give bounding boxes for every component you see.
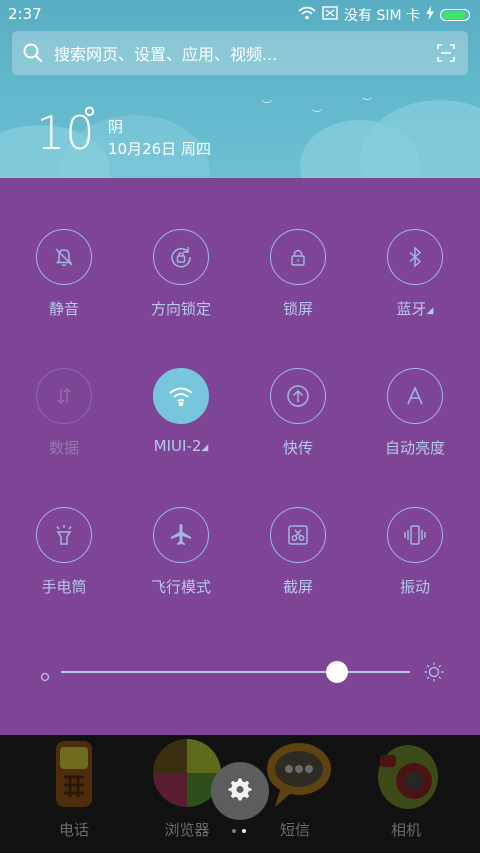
status-bar: 2:37 没有 SIM 卡 xyxy=(0,0,480,28)
toggle-screenshot[interactable]: 截屏 xyxy=(240,507,356,597)
toggle-label: 静音 xyxy=(48,300,79,318)
toggle-auto-brightness[interactable]: 自动亮度 xyxy=(357,368,473,458)
toggle-label: 振动 xyxy=(399,578,430,596)
mobile-data-icon xyxy=(36,368,92,424)
toggle-label: 蓝牙◢ xyxy=(357,298,473,319)
screenshot-icon xyxy=(270,507,326,563)
dock-app-label: 短信 xyxy=(279,821,310,839)
toggle-mobile-data[interactable]: 数据 xyxy=(6,368,122,458)
brightness-low-icon xyxy=(40,667,50,682)
messages-app-icon xyxy=(255,735,335,815)
toggle-label: 数据 xyxy=(48,439,79,457)
search-bar[interactable]: 搜索网页、设置、应用、视频... xyxy=(12,31,468,75)
toggle-lock-screen[interactable]: 锁屏 xyxy=(240,229,356,319)
battery-level xyxy=(442,11,466,19)
camera-app-icon xyxy=(366,735,446,815)
wifi-status-icon xyxy=(298,6,316,24)
toggle-label: 快传 xyxy=(282,439,313,457)
no-sim-icon xyxy=(322,6,338,24)
toggle-rotation-lock[interactable]: 方向锁定 xyxy=(123,229,239,319)
brightness-high-icon xyxy=(423,661,445,687)
slider-fill xyxy=(61,671,337,673)
charging-icon xyxy=(426,6,434,24)
rotation-lock-icon xyxy=(153,229,209,285)
page-indicator xyxy=(232,829,246,833)
weather-date: 10月26日 周四 xyxy=(108,140,211,158)
toggle-label: 方向锁定 xyxy=(150,300,211,318)
bird-icon: ︶ xyxy=(262,101,272,112)
wifi-icon xyxy=(153,368,209,424)
status-time: 2:37 xyxy=(8,5,42,23)
lock-icon xyxy=(270,229,326,285)
dock-app-label: 电话 xyxy=(58,821,89,839)
settings-button[interactable] xyxy=(211,762,269,820)
toggle-label: MIUI-2◢ xyxy=(123,437,239,455)
toggle-vibrate[interactable]: 振动 xyxy=(357,507,473,597)
dock-app-camera[interactable]: 相机 xyxy=(356,735,456,840)
page-dot[interactable] xyxy=(232,829,236,833)
toggle-label: 自动亮度 xyxy=(384,439,445,457)
phone-app-icon xyxy=(34,735,114,815)
bluetooth-icon xyxy=(387,229,443,285)
flashlight-icon xyxy=(36,507,92,563)
toggle-label-text: 蓝牙 xyxy=(396,300,427,318)
vibrate-icon xyxy=(387,507,443,563)
quick-settings-panel: 静音 方向锁定 锁屏 蓝牙◢ 数据 MIUI-2◢ 快传 自动亮度 手电筒 飞行… xyxy=(0,178,480,735)
dock-app-label: 相机 xyxy=(390,821,421,839)
search-input[interactable]: 搜索网页、设置、应用、视频... xyxy=(54,41,424,65)
brightness-slider[interactable] xyxy=(40,661,445,683)
toggle-label: 截屏 xyxy=(282,578,313,596)
status-indicators: 没有 SIM 卡 xyxy=(298,5,470,25)
dock-app-label: 浏览器 xyxy=(164,821,210,839)
weather-condition: 阴 xyxy=(108,118,124,136)
toggle-mute[interactable]: 静音 xyxy=(6,229,122,319)
toggle-label: 手电筒 xyxy=(41,578,87,596)
more-options-icon: ◢ xyxy=(426,306,434,316)
search-icon xyxy=(12,43,54,63)
gear-icon xyxy=(228,777,252,805)
battery-icon xyxy=(440,9,470,21)
cloud-decoration xyxy=(360,100,480,178)
degree-symbol: ° xyxy=(82,102,97,137)
weather-header: ︶ ︶ ︶ 2:37 没有 SIM 卡 搜索网页、设置、应用、视频... 10 … xyxy=(0,0,480,178)
scan-icon[interactable] xyxy=(424,44,468,62)
slider-thumb[interactable] xyxy=(325,661,348,683)
auto-brightness-icon xyxy=(387,368,443,424)
more-options-icon: ◢ xyxy=(201,443,209,453)
toggle-wifi[interactable]: MIUI-2◢ xyxy=(123,368,239,455)
bird-icon: ︶ xyxy=(362,98,372,109)
airplane-icon xyxy=(153,507,209,563)
carrier-text: 没有 SIM 卡 xyxy=(344,8,420,24)
toggle-label-text: MIUI-2 xyxy=(153,437,202,455)
dock-app-phone[interactable]: 电话 xyxy=(24,735,124,840)
page-dot-active[interactable] xyxy=(242,829,246,833)
toggle-flashlight[interactable]: 手电筒 xyxy=(6,507,122,597)
toggle-bluetooth[interactable]: 蓝牙◢ xyxy=(357,229,473,319)
bird-icon: ︶ xyxy=(312,110,322,121)
screen: ︶ ︶ ︶ 2:37 没有 SIM 卡 搜索网页、设置、应用、视频... 10 … xyxy=(0,0,480,853)
toggle-quick-transfer[interactable]: 快传 xyxy=(240,368,356,458)
slider-track[interactable] xyxy=(61,661,410,683)
toggle-label: 飞行模式 xyxy=(150,578,211,596)
quick-transfer-icon xyxy=(270,368,326,424)
toggle-airplane-mode[interactable]: 飞行模式 xyxy=(123,507,239,597)
bell-muted-icon xyxy=(36,229,92,285)
toggle-label: 锁屏 xyxy=(282,300,313,318)
